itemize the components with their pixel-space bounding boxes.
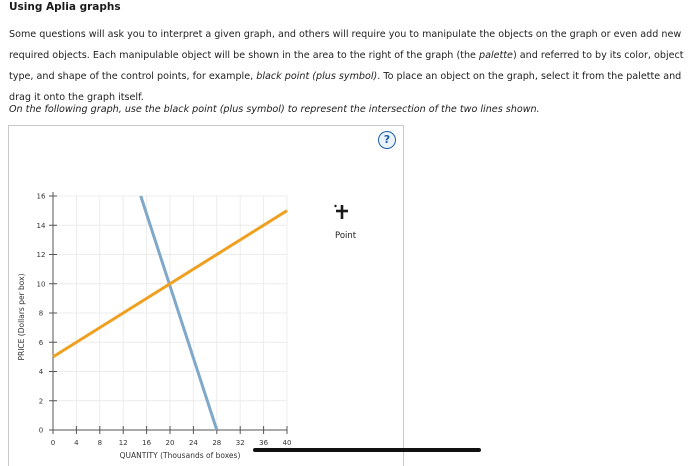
x-tick-label: 28 [212, 439, 221, 447]
x-axis-label: QUANTITY (Thousands of boxes) [120, 451, 241, 460]
y-tick-label: 8 [39, 310, 43, 318]
y-tick-label: 12 [37, 251, 46, 259]
x-tick-label: 12 [119, 439, 128, 447]
y-tick-label: 16 [37, 193, 46, 201]
palette-point-label: Point [335, 231, 357, 241]
y-tick-label: 14 [37, 222, 46, 230]
black-plus-point-icon[interactable] [333, 203, 351, 221]
x-tick-label: 40 [283, 439, 292, 447]
x-tick-label: 16 [142, 439, 151, 447]
y-tick-label: 2 [39, 397, 43, 405]
x-tick-label: 20 [166, 439, 175, 447]
x-tick-label: 24 [189, 439, 198, 447]
x-tick-label: 36 [259, 439, 268, 447]
y-axis-label: PRICE (Dollars per box) [17, 273, 26, 360]
horizontal-scrollbar[interactable] [253, 448, 481, 452]
x-tick-label: 8 [98, 439, 102, 447]
intro-palette-word: palette [478, 50, 513, 61]
question-circle-icon[interactable]: ? [378, 131, 396, 149]
y-tick-label: 6 [39, 339, 44, 347]
intro-example: black point (plus symbol) [256, 71, 378, 82]
x-tick-label: 32 [236, 439, 245, 447]
question-text: On the following graph, use the black po… [9, 104, 540, 115]
supply-demand-chart[interactable]: 0 4 8 12 16 20 24 28 32 36 400246810121416QUANTITY… [9, 126, 403, 466]
page-title: Using Aplia graphs [9, 1, 121, 13]
y-tick-label: 0 [39, 427, 43, 435]
y-tick-label: 10 [37, 280, 46, 288]
graph-container: 0 4 8 12 16 20 24 28 32 36 40 0 2 4 6 8 10 12 14 16 QUANTITY… [8, 125, 404, 466]
x-tick-label: 4 [74, 439, 79, 447]
intro-paragraph: Some questions will ask you to interpret… [9, 24, 693, 108]
y-tick-label: 4 [39, 368, 44, 376]
x-tick-label: 0 [51, 439, 55, 447]
